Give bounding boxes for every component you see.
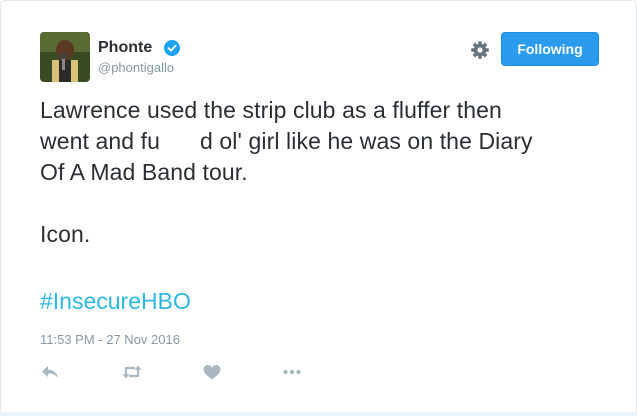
display-name[interactable]: Phonte <box>98 39 152 57</box>
like-icon[interactable] <box>201 363 223 381</box>
tweet-fragment: d ol' girl like he was on the Diary <box>200 128 533 154</box>
more-icon[interactable] <box>281 363 303 381</box>
bottom-divider <box>0 412 637 416</box>
verified-icon <box>164 40 180 56</box>
avatar-image <box>40 32 90 82</box>
avatar[interactable] <box>40 32 90 82</box>
tweet-fragment: went and fu <box>40 128 161 154</box>
tweet-line: went and fu d ol' girl like he was on the… <box>40 126 610 157</box>
following-button[interactable]: Following <box>501 32 599 66</box>
tweet-line: Icon. <box>40 221 91 247</box>
timestamp[interactable]: 11:53 PM - 27 Nov 2016 <box>40 332 180 347</box>
censor-block <box>160 131 201 151</box>
screen-name[interactable]: @phontigallo <box>98 60 174 75</box>
reply-icon[interactable] <box>39 363 61 381</box>
tweet-line: Lawrence used the strip club as a fluffe… <box>40 97 502 123</box>
hashtag-link[interactable]: #InsecureHBO <box>40 288 191 315</box>
tweet-card: Phonte @phontigallo Following Lawrence u… <box>0 0 637 416</box>
tweet-text: Lawrence used the strip club as a fluffe… <box>40 95 610 250</box>
retweet-icon[interactable] <box>121 363 143 381</box>
tweet-line: Of A Mad Band tour. <box>40 159 248 185</box>
gear-icon[interactable] <box>469 39 491 61</box>
